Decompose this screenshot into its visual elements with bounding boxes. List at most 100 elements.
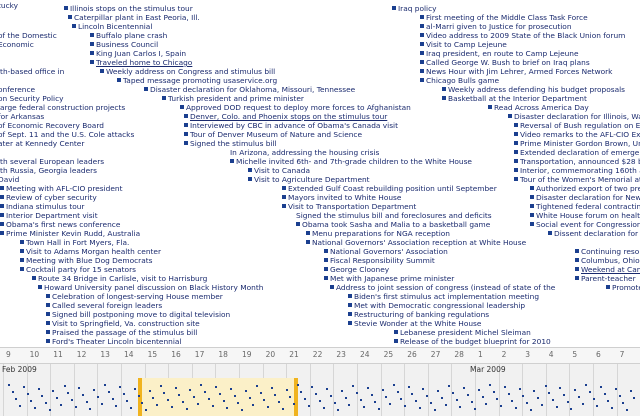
timeline-event[interactable]: Denver, Colo. and Phoenix stops on the s… <box>184 112 387 121</box>
timeline-event[interactable]: Prime Minister Kevin Rudd, Australia <box>0 229 140 238</box>
range-start-handle[interactable] <box>138 378 142 416</box>
timeline-event[interactable]: White House forum on health <box>530 211 640 220</box>
timeline-event[interactable]: Tightened federal contracting r <box>530 202 640 211</box>
timeline-event[interactable]: large federal construction projects <box>0 103 125 112</box>
timeline-event[interactable]: Video address to 2009 State of the Black… <box>420 31 625 40</box>
timeline-event[interactable]: Reversal of Bush regulation on Endanger <box>514 121 640 130</box>
timeline-event[interactable]: of Economic Recovery Board <box>0 121 104 130</box>
timeline-event[interactable]: Visit to Springfield, Va. construction s… <box>46 319 200 328</box>
timeline-event[interactable]: Weekend at Cam <box>575 265 640 274</box>
timeline-event[interactable]: Visit to Agriculture Department <box>248 175 370 184</box>
timeline-event[interactable]: Release of the budget blueprint for 2010 <box>394 337 551 346</box>
timeline-event[interactable]: Visit to Canada <box>248 166 310 175</box>
timeline-event[interactable]: Obama's first news conference <box>0 220 120 229</box>
timeline-event[interactable]: Promote <box>606 283 640 292</box>
timeline-event[interactable]: Prime Minister Gordon Brown, United K <box>514 139 640 148</box>
timeline-event[interactable]: Business Council <box>90 40 158 49</box>
timeline-event[interactable]: Basketball at the Interior Department <box>442 94 587 103</box>
timeline-event[interactable]: Iraq policy <box>392 4 437 13</box>
timeline-event[interactable]: Lincoln Bicentennial <box>72 22 152 31</box>
timeline-event[interactable]: National Governors' Association receptio… <box>306 238 526 247</box>
timeline-event[interactable]: Disaster declaration for New Y <box>530 193 640 202</box>
timeline-event[interactable]: tucky <box>0 1 18 10</box>
timeline-event[interactable]: Fiscal Responsibility Summit <box>324 256 435 265</box>
timeline-event[interactable]: Lebanese president Michel Sleiman <box>394 328 531 337</box>
timeline-event[interactable]: First meeting of the Middle Class Task F… <box>420 13 588 22</box>
timeline-event[interactable]: Review of cyber security <box>0 193 97 202</box>
timeline-event[interactable]: Menu preparations for NGA reception <box>306 229 450 238</box>
timeline-event[interactable]: Parent-teacher <box>575 274 636 283</box>
timeline-event[interactable]: Social event for Congressional <box>530 220 640 229</box>
timeline-event[interactable]: of Sept. 11 and the U.S. Cole attacks <box>0 130 134 139</box>
timeline-event[interactable]: Extended Gulf Coast rebuilding position … <box>282 184 497 193</box>
timeline-event[interactable]: Route 34 Bridge in Carlisle, visit to Ha… <box>32 274 207 283</box>
timeline-event[interactable]: Howard University panel discussion on Bl… <box>38 283 263 292</box>
timeline-event[interactable]: Authorized export of two pred <box>530 184 640 193</box>
timeline-event[interactable]: of the Domestic <box>0 31 57 40</box>
timeline-event[interactable]: Tour of the Women's Memorial at Arling <box>514 175 640 184</box>
timeline-event[interactable]: Illinois stops on the stimulus tour <box>64 4 193 13</box>
timeline-event[interactable]: for Arkansas <box>0 112 44 121</box>
timeline-event[interactable]: Town Hall in Fort Myers, Fla. <box>20 238 129 247</box>
timeline-event[interactable]: Buffalo plane crash <box>90 31 167 40</box>
timeline-event[interactable]: Celebration of longest-serving House mem… <box>46 292 223 301</box>
timeline-event[interactable]: Biden's first stimulus act implementatio… <box>348 292 539 301</box>
timeline-event[interactable]: Meeting with Blue Dog Democrats <box>20 256 152 265</box>
timeline-event[interactable]: al-Marri given to Justice for prosecutio… <box>420 22 572 31</box>
timeline-event[interactable]: Dissent declaration for <box>548 229 638 238</box>
timeline-event[interactable]: Disaster declaration for Oklahoma, Misso… <box>144 85 355 94</box>
timeline-event[interactable]: Tour of Denver Museum of Nature and Scie… <box>184 130 362 139</box>
timeline-event[interactable]: Obama took Sasha and Malia to a basketba… <box>296 220 490 229</box>
timeline-event[interactable]: Stevie Wonder at the White House <box>348 319 481 328</box>
timeline-event[interactable]: David <box>0 175 19 184</box>
timeline-event[interactable]: Transportation, announced $28 bi <box>514 157 640 166</box>
timeline-event[interactable]: Interior, commemorating 160th an <box>514 166 640 175</box>
timeline-event[interactable]: on Security Policy <box>0 94 64 103</box>
timeline-event[interactable]: Disaster declaration for Illinois, Washi… <box>508 112 640 121</box>
timeline-event[interactable]: Visit to Adams Morgan health center <box>20 247 161 256</box>
timeline-event[interactable]: Interviewed by CBC in advance of Obama's… <box>184 121 398 130</box>
timeline-event[interactable]: Indiana stimulus tour <box>0 202 84 211</box>
timeline-event[interactable]: Turkish president and prime minister <box>162 94 304 103</box>
timeline-event[interactable]: King Juan Carlos I, Spain <box>90 49 186 58</box>
timeline-event[interactable]: George Clooney <box>324 265 389 274</box>
timeline-event[interactable]: Weekly address on Congress and stimulus … <box>100 67 275 76</box>
timeline-event[interactable]: Cocktail party for 15 senators <box>20 265 136 274</box>
timeline-band[interactable]: tucky Illinois stops on the stimulus tour… <box>0 0 640 347</box>
timeline-event[interactable]: Praised the passage of the stimulus bill <box>46 328 197 337</box>
timeline-event[interactable]: Continuing reso <box>575 247 639 256</box>
timeline-event[interactable]: Restructuring of banking regulations <box>348 310 489 319</box>
timeline-event[interactable]: Signed the stimulus bill <box>184 139 277 148</box>
timeline-event[interactable]: Meeting with AFL-CIO president <box>0 184 122 193</box>
timeline-event[interactable]: Weekly address defending his budget prop… <box>442 85 625 94</box>
timeline-event[interactable]: ater at Kennedy Center <box>0 139 84 148</box>
timeline-event[interactable]: Visit to Camp Lejeune <box>420 40 507 49</box>
timeline-event[interactable]: Called George W. Bush to brief on Iraq p… <box>420 58 590 67</box>
timeline-event[interactable]: Video remarks to the AFL-CIO Executive <box>514 130 640 139</box>
timeline-event[interactable]: In Arizona, addressing the housing crisi… <box>230 148 379 157</box>
timeline-event[interactable]: Traveled home to Chicago <box>90 58 192 67</box>
timeline-event[interactable]: Columbus, Ohio <box>575 256 640 265</box>
timeline-event[interactable]: ith-based office in <box>0 67 64 76</box>
overview-band[interactable]: 9 10 11 12 13 14 15 16 17 18 19 20 21 22 23 24 25 26 27 28 1… <box>0 347 640 416</box>
timeline-event[interactable]: Extended declaration of emergency in <box>514 148 640 157</box>
timeline-event[interactable]: Met with Democratic congressional leader… <box>348 301 525 310</box>
visible-range-highlight[interactable] <box>138 378 296 416</box>
timeline-event[interactable]: Caterpillar plant in East Peoria, Ill. <box>68 13 200 22</box>
timeline-event[interactable]: ith several European leaders <box>0 157 104 166</box>
timeline-event[interactable]: Mayors invited to White House <box>282 193 401 202</box>
timeline-event[interactable]: onference <box>0 85 35 94</box>
timeline-event[interactable]: Signed bill postponing move to digital t… <box>46 310 230 319</box>
timeline-event[interactable]: Met with Japanese prime minister <box>324 274 454 283</box>
timeline-event[interactable]: Read Across America Day <box>488 103 589 112</box>
timeline-event[interactable]: Approved DOD request to deploy more forc… <box>180 103 411 112</box>
timeline-event[interactable]: National Governors' Association <box>324 247 448 256</box>
timeline-event[interactable]: ith Russia, Georgia leaders <box>0 166 97 175</box>
timeline-event[interactable]: Ford's Theater Lincoln bicentennial <box>46 337 181 346</box>
timeline-event[interactable]: Interior Department visit <box>0 211 98 220</box>
timeline-event[interactable]: Taped message promoting usaservice.org <box>117 76 277 85</box>
timeline-event[interactable]: Economic <box>0 40 34 49</box>
timeline-event[interactable]: Address to joint session of congress (in… <box>330 283 555 292</box>
timeline-event[interactable]: Iraq president, en route to Camp Lejeune <box>420 49 579 58</box>
timeline-event[interactable]: Michelle invited 6th- and 7th-grade chil… <box>230 157 472 166</box>
